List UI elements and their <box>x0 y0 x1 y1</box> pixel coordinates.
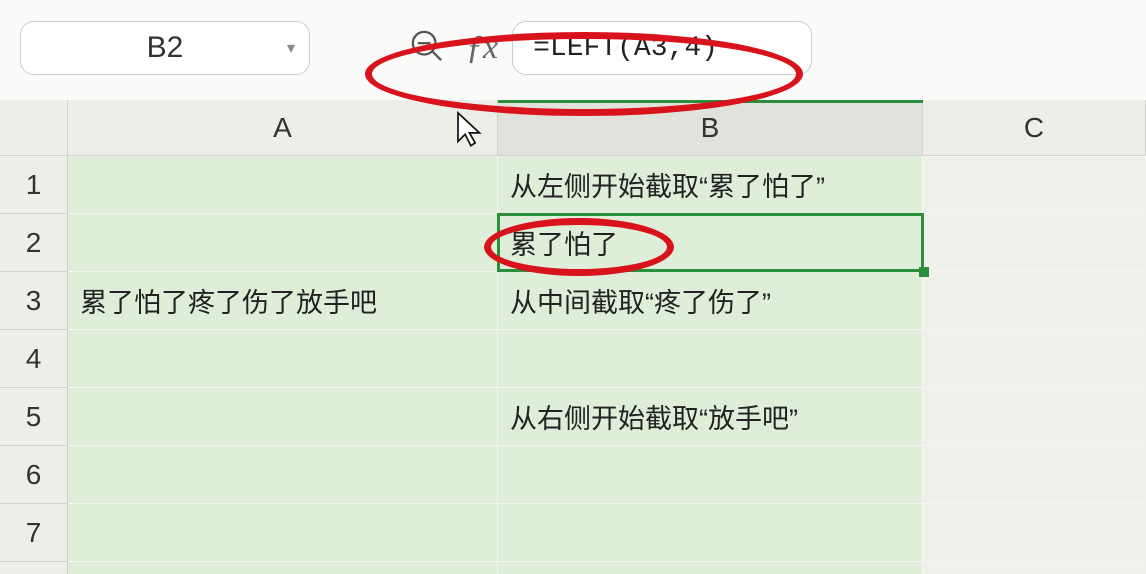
cell-C7[interactable] <box>923 504 1146 562</box>
cell-C1[interactable] <box>923 156 1146 214</box>
row-header-2[interactable]: 2 <box>0 214 68 272</box>
cell-B5[interactable]: 从右侧开始截取“放手吧” <box>498 388 923 446</box>
fx-icon[interactable]: ƒx <box>466 29 498 67</box>
cell-A1[interactable] <box>68 156 498 214</box>
cell-B8[interactable] <box>498 562 923 574</box>
row-header-1[interactable]: 1 <box>0 156 68 214</box>
cell-B7[interactable] <box>498 504 923 562</box>
formula-input[interactable]: =LEFT(A3,4) <box>512 21 812 75</box>
cell-C2[interactable] <box>923 214 1146 272</box>
column-header-B[interactable]: B <box>498 100 923 156</box>
row-header-4[interactable]: 4 <box>0 330 68 388</box>
zoom-out-icon[interactable] <box>410 29 444 68</box>
column-header-C[interactable]: C <box>923 100 1146 156</box>
cell-B4[interactable] <box>498 330 923 388</box>
cell-A4[interactable] <box>68 330 498 388</box>
spreadsheet-grid: A B C 1 从左侧开始截取“累了怕了” 2 累了怕了 3 累了怕了疼了伤了放… <box>0 100 1146 574</box>
cell-A6[interactable] <box>68 446 498 504</box>
name-box[interactable]: B2 ▾ <box>20 21 310 75</box>
select-all-corner[interactable] <box>0 100 68 156</box>
name-box-value: B2 <box>41 31 289 65</box>
chevron-down-icon[interactable]: ▾ <box>287 38 295 58</box>
cell-B6[interactable] <box>498 446 923 504</box>
cell-C5[interactable] <box>923 388 1146 446</box>
cell-B1[interactable]: 从左侧开始截取“累了怕了” <box>498 156 923 214</box>
cell-A8[interactable] <box>68 562 498 574</box>
cell-A5[interactable] <box>68 388 498 446</box>
formula-input-value: =LEFT(A3,4) <box>533 33 718 64</box>
cell-C4[interactable] <box>923 330 1146 388</box>
row-header-7[interactable]: 7 <box>0 504 68 562</box>
column-header-A[interactable]: A <box>68 100 498 156</box>
cell-A7[interactable] <box>68 504 498 562</box>
cell-C3[interactable] <box>923 272 1146 330</box>
row-header-3[interactable]: 3 <box>0 272 68 330</box>
row-header-8[interactable]: 8 <box>0 562 68 574</box>
row-header-6[interactable]: 6 <box>0 446 68 504</box>
row-header-5[interactable]: 5 <box>0 388 68 446</box>
cell-A3[interactable]: 累了怕了疼了伤了放手吧 <box>68 272 498 330</box>
cell-C6[interactable] <box>923 446 1146 504</box>
cell-C8[interactable] <box>923 562 1146 574</box>
cell-B2[interactable]: 累了怕了 <box>498 214 923 272</box>
cell-B3[interactable]: 从中间截取“疼了伤了” <box>498 272 923 330</box>
formula-bar-row: B2 ▾ ƒx =LEFT(A3,4) <box>0 0 1146 100</box>
cell-A2[interactable] <box>68 214 498 272</box>
